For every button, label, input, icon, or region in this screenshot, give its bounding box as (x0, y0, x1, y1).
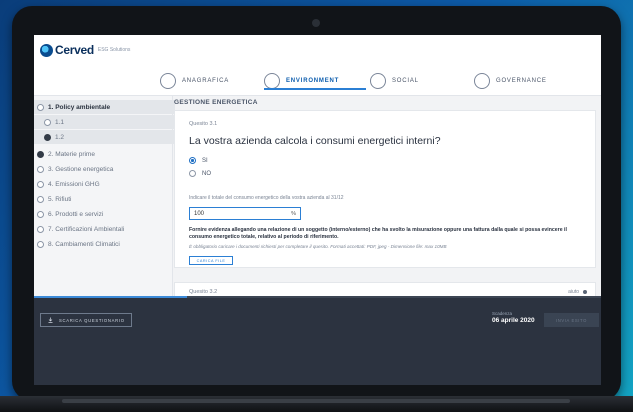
active-step-indicator (264, 88, 366, 90)
radio-circle-icon (37, 210, 44, 218)
download-label: SCARICA QUESTIONARIO (59, 317, 125, 323)
step-label: GOVERNANCE (496, 78, 547, 84)
unit-label: % (291, 211, 296, 217)
laptop-base (0, 396, 633, 412)
sidebar-item-materie-prime[interactable]: 2. Materie prime (34, 147, 175, 161)
sidebar-item-label: 6. Prodotti e servizi (48, 210, 104, 218)
step-label: ENVIRONMENT (286, 78, 340, 84)
sidebar-item-policy-ambientale[interactable]: 1. Policy ambientale (34, 100, 175, 114)
question-state: aiuto (568, 289, 587, 295)
question-number: Quesito 3.1 (189, 121, 218, 127)
sidebar-item-emissioni-ghg[interactable]: 4. Emissioni GHG (34, 177, 175, 191)
question-card: Quesito 3.1 La vostra azienda calcola i … (174, 110, 596, 268)
status-dot-icon (583, 290, 587, 294)
deadline-label: Scadenza (492, 311, 513, 316)
evidence-description: Fornire evidenza allegando una relazione… (189, 227, 567, 240)
send-result-button[interactable]: INVIA ESITO (544, 313, 599, 327)
question-title: La vostra azienda calcola i consumi ener… (189, 135, 441, 147)
step-circle-icon (160, 73, 176, 89)
radio-circle-icon (37, 180, 44, 188)
upload-note: È obbligatorio caricare i documenti rich… (189, 244, 447, 249)
laptop-notch (62, 399, 570, 403)
progress-track (34, 296, 601, 298)
step-circle-icon (264, 73, 280, 89)
sidebar-item-label: 2. Materie prime (48, 150, 95, 158)
radio-option-si[interactable]: SI (189, 157, 208, 164)
camera-icon (312, 19, 320, 27)
cerved-logo-icon (40, 43, 53, 57)
sidebar-item-prodotti-servizi[interactable]: 6. Prodotti e servizi (34, 207, 175, 221)
step-circle-icon (370, 73, 386, 89)
radio-label: SI (202, 157, 208, 164)
sidebar-item-cambiamenti-climatici[interactable]: 8. Cambiamenti Climatici (34, 237, 175, 251)
brand-logo[interactable]: Cerved ESG Solutions (40, 43, 130, 57)
footer-bar: SCARICA QUESTIONARIO Scadenza 06 aprile … (34, 296, 601, 385)
question-state-label: aiuto (568, 289, 579, 295)
consumption-value: 100 (194, 210, 205, 217)
sidebar-item-1-2[interactable]: 1.2 (34, 130, 182, 144)
deadline: Scadenza 06 aprile 2020 (492, 311, 535, 324)
sidebar-item-label: 1.2 (55, 133, 65, 141)
download-icon (48, 317, 53, 323)
sidebar-item-label: 3. Gestione energetica (48, 165, 114, 173)
radio-circle-icon (37, 240, 44, 248)
step-social[interactable]: SOCIAL (370, 71, 419, 91)
sidebar: 1. Policy ambientale 1.1 1.2 2. Materie … (34, 96, 182, 296)
consumption-field-label: Indicare il totale del consumo energetic… (189, 195, 344, 201)
deadline-value: 06 aprile 2020 (492, 317, 535, 324)
app-screen: Cerved ESG Solutions ANAGRAFICA ENVIRONM… (34, 35, 601, 385)
radio-circle-icon (37, 195, 44, 203)
consumption-input[interactable]: 100 % (189, 207, 301, 220)
sidebar-item-label: 1.1 (55, 118, 65, 126)
download-questionnaire-button[interactable]: SCARICA QUESTIONARIO (40, 313, 132, 327)
sidebar-item-label: 4. Emissioni GHG (48, 180, 100, 188)
sidebar-item-label: 7. Certificazioni Ambientali (48, 225, 125, 233)
step-anagrafica[interactable]: ANAGRAFICA (160, 71, 229, 91)
sidebar-item-gestione-energetica[interactable]: 3. Gestione energetica (34, 162, 175, 176)
brand-sub: ESG Solutions (97, 47, 131, 53)
sidebar-item-label: 5. Rifiuti (48, 195, 72, 203)
step-circle-icon (474, 73, 490, 89)
step-governance[interactable]: GOVERNANCE (474, 71, 547, 91)
progress-fill (34, 296, 188, 298)
radio-circle-icon (44, 118, 51, 126)
upload-file-button[interactable]: CARICA FILE (189, 256, 233, 265)
radio-circle-icon (37, 103, 44, 111)
question-number: Quesito 3.2 (189, 289, 218, 295)
sidebar-item-1-1[interactable]: 1.1 (34, 115, 182, 129)
radio-option-no[interactable]: NO (189, 170, 211, 177)
radio-label: NO (202, 170, 211, 177)
section-title: GESTIONE ENERGETICA (174, 99, 258, 106)
radio-filled-icon (44, 133, 51, 141)
sidebar-item-label: 1. Policy ambientale (48, 103, 111, 111)
sidebar-item-certificazioni[interactable]: 7. Certificazioni Ambientali (34, 222, 175, 236)
radio-selected-icon (189, 157, 196, 164)
top-bar: Cerved ESG Solutions ANAGRAFICA ENVIRONM… (34, 35, 601, 96)
brand-name: Cerved (55, 43, 94, 57)
step-label: SOCIAL (392, 78, 419, 84)
radio-circle-icon (37, 225, 44, 233)
radio-circle-icon (37, 165, 44, 173)
sidebar-item-rifiuti[interactable]: 5. Rifiuti (34, 192, 175, 206)
sidebar-item-label: 8. Cambiamenti Climatici (48, 240, 120, 248)
radio-circle-icon (189, 170, 196, 177)
step-label: ANAGRAFICA (182, 78, 230, 84)
radio-filled-icon (37, 150, 44, 158)
